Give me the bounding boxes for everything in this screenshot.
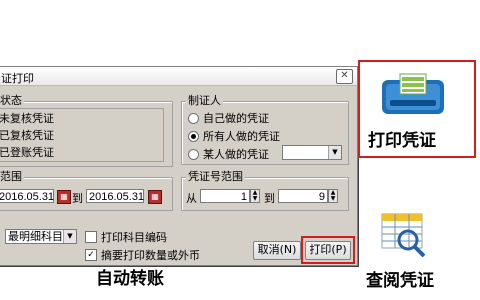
maker-legend: 制证人 <box>186 94 223 107</box>
calendar-icon[interactable]: ▦ <box>148 190 162 204</box>
summary-label: 摘要打印数量或外币 <box>101 249 200 262</box>
cancel-button[interactable]: 取消(N) <box>253 241 301 260</box>
dialog-titlebar[interactable]: 证打印 ✕ <box>0 67 357 86</box>
status-legend: 状态 <box>0 94 24 107</box>
radio-someone-vouchers[interactable]: 某人做的凭证 <box>188 146 269 162</box>
date-range-group: 范围 2016.05.31 ▦ 到 2016.05.31 ▦ <box>0 171 173 211</box>
radio-someone-label: 某人做的凭证 <box>203 148 269 161</box>
dialog-title: 证打印 <box>1 72 34 85</box>
status-posted[interactable]: 已登账凭证 <box>0 144 54 160</box>
print-button-highlight <box>301 236 355 264</box>
radio-all-vouchers[interactable]: 所有人做的凭证 <box>188 128 280 144</box>
number-from-value: 1 <box>240 191 247 203</box>
date-to-field[interactable]: 2016.05.31 <box>86 189 144 203</box>
date-from-field[interactable]: 2016.05.31 <box>0 189 54 203</box>
number-to-spinner[interactable]: ▲ ▼ <box>328 189 338 203</box>
status-group: 状态 未复核凭证 已复核凭证 已登账凭证 <box>0 95 173 167</box>
radio-own-label: 自己做的凭证 <box>203 112 269 125</box>
checkbox-unchecked[interactable] <box>85 231 97 243</box>
status-reviewed[interactable]: 已复核凭证 <box>0 127 54 143</box>
voucher-number-group: 凭证号范围 从 1 ▲ ▼ 到 9 ▲ ▼ <box>181 171 349 211</box>
checkmark-icon[interactable]: ✓ <box>85 249 97 261</box>
maker-select[interactable]: ▼ <box>282 145 342 160</box>
radio-button-selected[interactable] <box>188 130 199 142</box>
view-voucher-caption[interactable]: 查阅凭证 <box>366 266 434 291</box>
auto-transfer-caption: 自动转账 <box>96 269 164 289</box>
close-button[interactable]: ✕ <box>336 69 353 84</box>
subject-level-value: 最明细科目 <box>8 230 63 243</box>
status-list: 未复核凭证 已复核凭证 已登账凭证 <box>0 108 164 162</box>
chevron-down-icon[interactable]: ▼ <box>328 146 341 159</box>
number-from-label: 从 <box>186 192 197 205</box>
calendar-icon[interactable]: ▦ <box>57 190 71 204</box>
number-from-spinner[interactable]: ▲ ▼ <box>250 189 260 203</box>
radio-all-label: 所有人做的凭证 <box>203 130 280 143</box>
number-from-field[interactable]: 1 <box>200 189 250 203</box>
voucher-number-legend: 凭证号范围 <box>186 170 245 183</box>
print-voucher-tile[interactable] <box>378 72 448 118</box>
date-range-legend: 范围 <box>0 170 24 183</box>
printer-icon <box>382 73 444 114</box>
summary-checkbox[interactable]: ✓ 摘要打印数量或外币 <box>85 247 200 263</box>
number-to-label: 到 <box>264 192 275 205</box>
radio-button[interactable] <box>188 112 199 124</box>
number-to-value: 9 <box>318 191 325 203</box>
chevron-down-icon[interactable]: ▼ <box>63 230 76 243</box>
maker-group: 制证人 自己做的凭证 所有人做的凭证 某人做的凭证 ▼ <box>181 95 349 165</box>
print-code-checkbox[interactable]: 打印科目编码 <box>85 229 167 245</box>
magnifier-table-icon <box>381 213 426 258</box>
print-voucher-caption[interactable]: 打印凭证 <box>368 126 436 151</box>
status-unreviewed[interactable]: 未复核凭证 <box>0 110 54 126</box>
view-voucher-tile[interactable] <box>378 212 430 258</box>
subject-level-select[interactable]: 最明细科目 ▼ <box>5 229 77 244</box>
number-to-field[interactable]: 9 <box>278 189 328 203</box>
date-to-label: 到 <box>72 192 83 205</box>
radio-button[interactable] <box>188 148 199 160</box>
print-code-label: 打印科目编码 <box>101 231 167 244</box>
radio-own-vouchers[interactable]: 自己做的凭证 <box>188 110 269 126</box>
